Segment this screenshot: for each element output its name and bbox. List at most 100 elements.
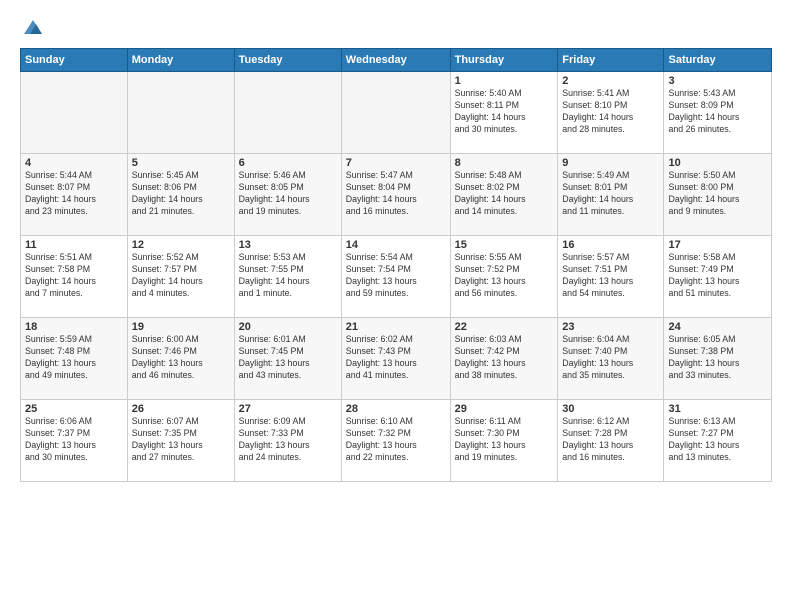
calendar-cell: 11Sunrise: 5:51 AM Sunset: 7:58 PM Dayli… — [21, 236, 128, 318]
day-info: Sunrise: 5:43 AM Sunset: 8:09 PM Dayligh… — [668, 88, 767, 136]
day-number: 26 — [132, 403, 230, 415]
day-info: Sunrise: 5:54 AM Sunset: 7:54 PM Dayligh… — [346, 252, 446, 300]
calendar-cell: 20Sunrise: 6:01 AM Sunset: 7:45 PM Dayli… — [234, 318, 341, 400]
day-number: 12 — [132, 239, 230, 251]
calendar-cell: 1Sunrise: 5:40 AM Sunset: 8:11 PM Daylig… — [450, 72, 558, 154]
day-info: Sunrise: 6:02 AM Sunset: 7:43 PM Dayligh… — [346, 334, 446, 382]
calendar-cell: 10Sunrise: 5:50 AM Sunset: 8:00 PM Dayli… — [664, 154, 772, 236]
day-number: 10 — [668, 157, 767, 169]
day-info: Sunrise: 5:52 AM Sunset: 7:57 PM Dayligh… — [132, 252, 230, 300]
calendar-cell: 31Sunrise: 6:13 AM Sunset: 7:27 PM Dayli… — [664, 400, 772, 482]
weekday-header-friday: Friday — [558, 49, 664, 72]
day-info: Sunrise: 5:45 AM Sunset: 8:06 PM Dayligh… — [132, 170, 230, 218]
calendar-cell: 25Sunrise: 6:06 AM Sunset: 7:37 PM Dayli… — [21, 400, 128, 482]
weekday-header-monday: Monday — [127, 49, 234, 72]
calendar-cell: 9Sunrise: 5:49 AM Sunset: 8:01 PM Daylig… — [558, 154, 664, 236]
calendar-cell — [341, 72, 450, 154]
day-number: 8 — [455, 157, 554, 169]
day-number: 29 — [455, 403, 554, 415]
day-info: Sunrise: 5:47 AM Sunset: 8:04 PM Dayligh… — [346, 170, 446, 218]
calendar-cell: 17Sunrise: 5:58 AM Sunset: 7:49 PM Dayli… — [664, 236, 772, 318]
calendar-cell: 27Sunrise: 6:09 AM Sunset: 7:33 PM Dayli… — [234, 400, 341, 482]
day-number: 11 — [25, 239, 123, 251]
calendar-cell: 4Sunrise: 5:44 AM Sunset: 8:07 PM Daylig… — [21, 154, 128, 236]
day-number: 15 — [455, 239, 554, 251]
calendar-cell: 22Sunrise: 6:03 AM Sunset: 7:42 PM Dayli… — [450, 318, 558, 400]
day-number: 28 — [346, 403, 446, 415]
day-number: 2 — [562, 75, 659, 87]
day-info: Sunrise: 6:10 AM Sunset: 7:32 PM Dayligh… — [346, 416, 446, 464]
day-info: Sunrise: 5:59 AM Sunset: 7:48 PM Dayligh… — [25, 334, 123, 382]
week-row-4: 18Sunrise: 5:59 AM Sunset: 7:48 PM Dayli… — [21, 318, 772, 400]
calendar-cell: 14Sunrise: 5:54 AM Sunset: 7:54 PM Dayli… — [341, 236, 450, 318]
calendar-cell: 21Sunrise: 6:02 AM Sunset: 7:43 PM Dayli… — [341, 318, 450, 400]
logo-text — [20, 16, 44, 38]
day-number: 14 — [346, 239, 446, 251]
page: SundayMondayTuesdayWednesdayThursdayFrid… — [0, 0, 792, 612]
week-row-1: 1Sunrise: 5:40 AM Sunset: 8:11 PM Daylig… — [21, 72, 772, 154]
calendar-cell: 8Sunrise: 5:48 AM Sunset: 8:02 PM Daylig… — [450, 154, 558, 236]
calendar-cell: 29Sunrise: 6:11 AM Sunset: 7:30 PM Dayli… — [450, 400, 558, 482]
day-info: Sunrise: 5:57 AM Sunset: 7:51 PM Dayligh… — [562, 252, 659, 300]
day-number: 22 — [455, 321, 554, 333]
calendar-cell: 15Sunrise: 5:55 AM Sunset: 7:52 PM Dayli… — [450, 236, 558, 318]
day-number: 27 — [239, 403, 337, 415]
day-number: 13 — [239, 239, 337, 251]
calendar-cell: 24Sunrise: 6:05 AM Sunset: 7:38 PM Dayli… — [664, 318, 772, 400]
weekday-header-thursday: Thursday — [450, 49, 558, 72]
day-number: 19 — [132, 321, 230, 333]
day-info: Sunrise: 6:11 AM Sunset: 7:30 PM Dayligh… — [455, 416, 554, 464]
weekday-header-tuesday: Tuesday — [234, 49, 341, 72]
day-number: 20 — [239, 321, 337, 333]
calendar-cell — [127, 72, 234, 154]
day-number: 17 — [668, 239, 767, 251]
calendar-cell — [21, 72, 128, 154]
weekday-header-wednesday: Wednesday — [341, 49, 450, 72]
day-number: 24 — [668, 321, 767, 333]
day-info: Sunrise: 6:13 AM Sunset: 7:27 PM Dayligh… — [668, 416, 767, 464]
day-info: Sunrise: 6:12 AM Sunset: 7:28 PM Dayligh… — [562, 416, 659, 464]
calendar-cell: 16Sunrise: 5:57 AM Sunset: 7:51 PM Dayli… — [558, 236, 664, 318]
day-number: 3 — [668, 75, 767, 87]
day-info: Sunrise: 5:44 AM Sunset: 8:07 PM Dayligh… — [25, 170, 123, 218]
calendar-cell: 23Sunrise: 6:04 AM Sunset: 7:40 PM Dayli… — [558, 318, 664, 400]
day-info: Sunrise: 5:41 AM Sunset: 8:10 PM Dayligh… — [562, 88, 659, 136]
calendar-cell: 26Sunrise: 6:07 AM Sunset: 7:35 PM Dayli… — [127, 400, 234, 482]
day-info: Sunrise: 5:55 AM Sunset: 7:52 PM Dayligh… — [455, 252, 554, 300]
day-number: 25 — [25, 403, 123, 415]
day-info: Sunrise: 6:04 AM Sunset: 7:40 PM Dayligh… — [562, 334, 659, 382]
day-info: Sunrise: 6:06 AM Sunset: 7:37 PM Dayligh… — [25, 416, 123, 464]
day-info: Sunrise: 6:07 AM Sunset: 7:35 PM Dayligh… — [132, 416, 230, 464]
calendar-cell: 3Sunrise: 5:43 AM Sunset: 8:09 PM Daylig… — [664, 72, 772, 154]
day-number: 31 — [668, 403, 767, 415]
calendar-cell: 5Sunrise: 5:45 AM Sunset: 8:06 PM Daylig… — [127, 154, 234, 236]
calendar-cell: 19Sunrise: 6:00 AM Sunset: 7:46 PM Dayli… — [127, 318, 234, 400]
calendar-cell: 7Sunrise: 5:47 AM Sunset: 8:04 PM Daylig… — [341, 154, 450, 236]
day-info: Sunrise: 5:50 AM Sunset: 8:00 PM Dayligh… — [668, 170, 767, 218]
day-number: 4 — [25, 157, 123, 169]
calendar-cell: 6Sunrise: 5:46 AM Sunset: 8:05 PM Daylig… — [234, 154, 341, 236]
day-number: 30 — [562, 403, 659, 415]
calendar-cell: 2Sunrise: 5:41 AM Sunset: 8:10 PM Daylig… — [558, 72, 664, 154]
day-number: 1 — [455, 75, 554, 87]
calendar-cell: 28Sunrise: 6:10 AM Sunset: 7:32 PM Dayli… — [341, 400, 450, 482]
calendar-cell: 30Sunrise: 6:12 AM Sunset: 7:28 PM Dayli… — [558, 400, 664, 482]
day-number: 21 — [346, 321, 446, 333]
weekday-header-row: SundayMondayTuesdayWednesdayThursdayFrid… — [21, 49, 772, 72]
weekday-header-sunday: Sunday — [21, 49, 128, 72]
day-number: 18 — [25, 321, 123, 333]
day-info: Sunrise: 5:51 AM Sunset: 7:58 PM Dayligh… — [25, 252, 123, 300]
logo-icon — [22, 16, 44, 38]
day-number: 5 — [132, 157, 230, 169]
day-number: 16 — [562, 239, 659, 251]
calendar-cell: 18Sunrise: 5:59 AM Sunset: 7:48 PM Dayli… — [21, 318, 128, 400]
day-info: Sunrise: 6:03 AM Sunset: 7:42 PM Dayligh… — [455, 334, 554, 382]
day-info: Sunrise: 5:46 AM Sunset: 8:05 PM Dayligh… — [239, 170, 337, 218]
day-info: Sunrise: 5:53 AM Sunset: 7:55 PM Dayligh… — [239, 252, 337, 300]
day-info: Sunrise: 5:40 AM Sunset: 8:11 PM Dayligh… — [455, 88, 554, 136]
day-info: Sunrise: 6:09 AM Sunset: 7:33 PM Dayligh… — [239, 416, 337, 464]
day-number: 6 — [239, 157, 337, 169]
calendar-cell: 13Sunrise: 5:53 AM Sunset: 7:55 PM Dayli… — [234, 236, 341, 318]
day-number: 9 — [562, 157, 659, 169]
day-info: Sunrise: 6:01 AM Sunset: 7:45 PM Dayligh… — [239, 334, 337, 382]
